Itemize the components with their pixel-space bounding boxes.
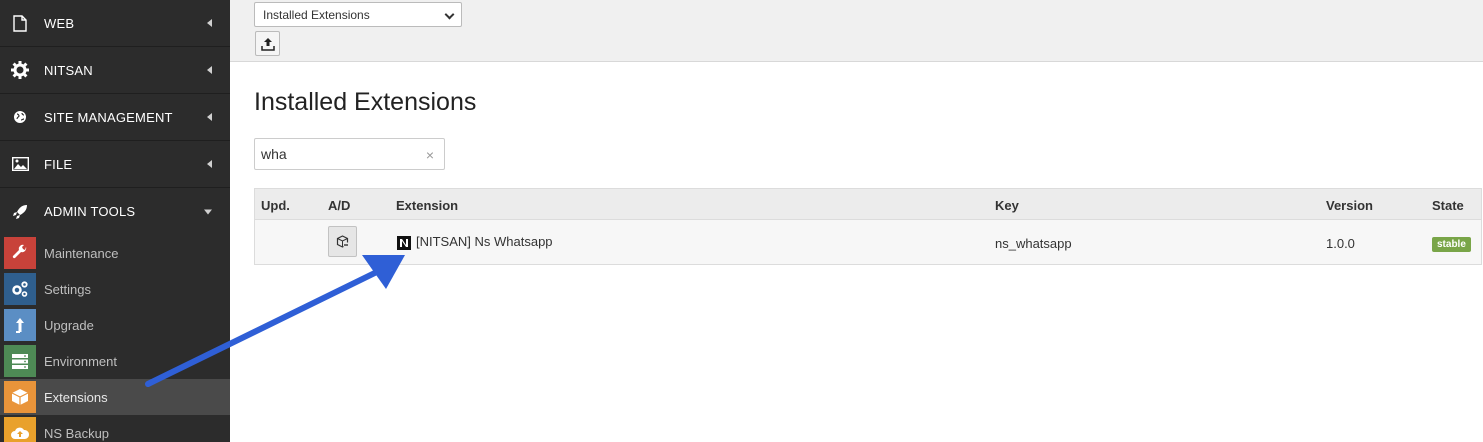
image-icon xyxy=(10,154,30,174)
cloud-upload-icon xyxy=(4,417,36,442)
box-icon xyxy=(4,381,36,413)
upload-extension-button[interactable] xyxy=(255,31,280,56)
status-badge: stable xyxy=(1432,237,1471,252)
gears-icon xyxy=(4,273,36,305)
sidebar-group-nitsan[interactable]: NITSAN xyxy=(0,47,230,94)
column-header-upd[interactable]: Upd. xyxy=(261,198,290,213)
sidebar-item-label: Settings xyxy=(44,281,91,297)
arrow-up-icon xyxy=(4,309,36,341)
sidebar-group-admin-tools[interactable]: ADMIN TOOLS xyxy=(0,188,230,235)
sidebar-group-label: FILE xyxy=(44,156,73,172)
sidebar-item-label: Extensions xyxy=(44,389,108,405)
table-header: Upd. A/D Extension Key Version State xyxy=(255,189,1481,220)
caret-left-icon xyxy=(207,160,212,168)
select-value: Installed Extensions xyxy=(263,8,370,22)
column-header-state[interactable]: State xyxy=(1432,198,1464,213)
sidebar-group-site-management[interactable]: SITE MANAGEMENT xyxy=(0,94,230,141)
search-input[interactable] xyxy=(255,139,415,169)
column-header-ad[interactable]: A/D xyxy=(328,198,350,213)
sidebar-group-label: ADMIN TOOLS xyxy=(44,204,136,219)
sidebar-item-label: Upgrade xyxy=(44,317,94,333)
main-content: Installed Extensions × Upd. A/D Extensio… xyxy=(230,63,1483,442)
sidebar-item-upgrade[interactable]: Upgrade xyxy=(0,307,230,343)
extension-view-select[interactable]: Installed Extensions xyxy=(254,2,462,27)
module-toolbar: Installed Extensions xyxy=(230,0,1483,62)
extensions-table: Upd. A/D Extension Key Version State [NI… xyxy=(254,188,1482,265)
rocket-icon xyxy=(10,202,30,222)
sidebar-item-environment[interactable]: Environment xyxy=(0,343,230,379)
server-icon xyxy=(4,345,36,377)
caret-down-icon xyxy=(204,209,212,214)
sidebar: WEB NITSAN SITE MANAGEMENT FILE ADMIN TO… xyxy=(0,0,230,442)
sidebar-item-maintenance[interactable]: Maintenance xyxy=(0,235,230,271)
globe-icon xyxy=(10,107,30,127)
caret-left-icon xyxy=(207,113,212,121)
extension-title: [NITSAN] Ns Whatsapp xyxy=(416,234,553,249)
sidebar-item-label: NS Backup xyxy=(44,425,110,441)
extension-key: ns_whatsapp xyxy=(995,236,1072,251)
caret-left-icon xyxy=(207,66,212,74)
sidebar-item-extensions[interactable]: Extensions xyxy=(0,379,230,415)
sidebar-item-ns-backup[interactable]: NS Backup xyxy=(0,415,230,442)
extension-version: 1.0.0 xyxy=(1326,236,1355,251)
search-box: × xyxy=(254,138,445,170)
sidebar-group-label: WEB xyxy=(44,15,75,31)
sidebar-item-label: Environment xyxy=(44,353,117,369)
page-title: Installed Extensions xyxy=(254,88,477,116)
sidebar-group-web[interactable]: WEB xyxy=(0,0,230,47)
sidebar-group-file[interactable]: FILE xyxy=(0,141,230,188)
chevron-down-icon xyxy=(444,9,455,20)
clear-search-icon[interactable]: × xyxy=(426,147,434,163)
column-header-version[interactable]: Version xyxy=(1326,198,1373,213)
deactivate-extension-button[interactable] xyxy=(328,226,357,257)
column-header-extension[interactable]: Extension xyxy=(396,198,458,213)
gear-icon xyxy=(10,60,30,80)
sidebar-group-label: NITSAN xyxy=(44,62,93,78)
nitsan-logo-icon xyxy=(397,236,411,250)
deactivate-icon xyxy=(336,235,349,248)
caret-left-icon xyxy=(207,19,212,27)
table-row: [NITSAN] Ns Whatsapp ns_whatsapp 1.0.0 s… xyxy=(255,220,1481,264)
upload-icon xyxy=(260,37,275,51)
sidebar-group-label: SITE MANAGEMENT xyxy=(44,109,173,125)
wrench-icon xyxy=(4,237,36,269)
column-header-key[interactable]: Key xyxy=(995,198,1019,213)
document-icon xyxy=(10,13,30,33)
sidebar-item-label: Maintenance xyxy=(44,245,119,261)
sidebar-item-settings[interactable]: Settings xyxy=(0,271,230,307)
